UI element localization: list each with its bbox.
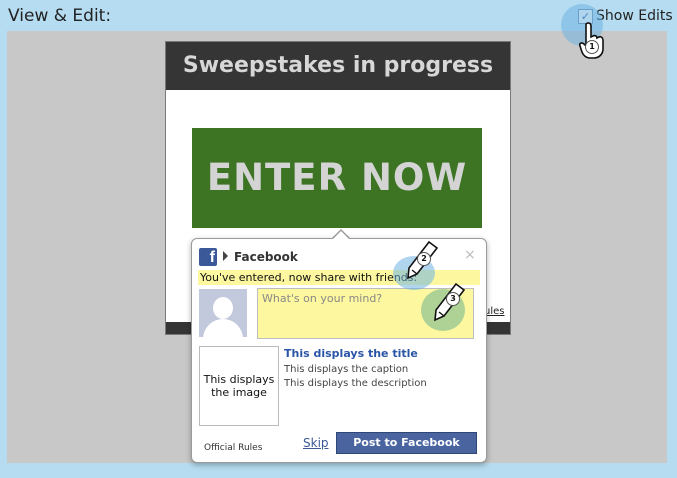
avatar-body bbox=[203, 319, 243, 337]
marker-badge-3: 3 bbox=[446, 292, 460, 306]
image-placeholder: This displays the image bbox=[199, 346, 279, 426]
caret-right-icon bbox=[223, 251, 228, 261]
avatar-head bbox=[213, 297, 233, 319]
official-rules-label: Official Rules bbox=[204, 443, 263, 453]
link-description: This displays the description bbox=[284, 378, 427, 389]
rules-link[interactable]: ules bbox=[484, 306, 504, 317]
skip-link[interactable]: Skip bbox=[303, 436, 329, 450]
facebook-share-dialog: f Facebook × You've entered, now share w… bbox=[191, 238, 487, 463]
close-icon[interactable]: × bbox=[464, 247, 476, 263]
facebook-brand-label: Facebook bbox=[234, 250, 298, 264]
avatar bbox=[199, 289, 247, 337]
panel-heading: Sweepstakes in progress bbox=[166, 42, 510, 90]
facebook-logo-icon: f bbox=[199, 248, 217, 266]
page-title: View & Edit: bbox=[8, 6, 112, 26]
link-title: This displays the title bbox=[284, 347, 418, 360]
enter-now-button[interactable]: ENTER NOW bbox=[192, 128, 482, 228]
link-caption: This displays the caption bbox=[284, 364, 409, 375]
marker-badge-1: 1 bbox=[585, 40, 599, 54]
show-edits-label[interactable]: Show Edits bbox=[596, 8, 673, 24]
marker-badge-2: 2 bbox=[417, 252, 431, 266]
popup-pointer-inner bbox=[332, 231, 350, 240]
post-to-facebook-button[interactable]: Post to Facebook bbox=[336, 432, 477, 454]
